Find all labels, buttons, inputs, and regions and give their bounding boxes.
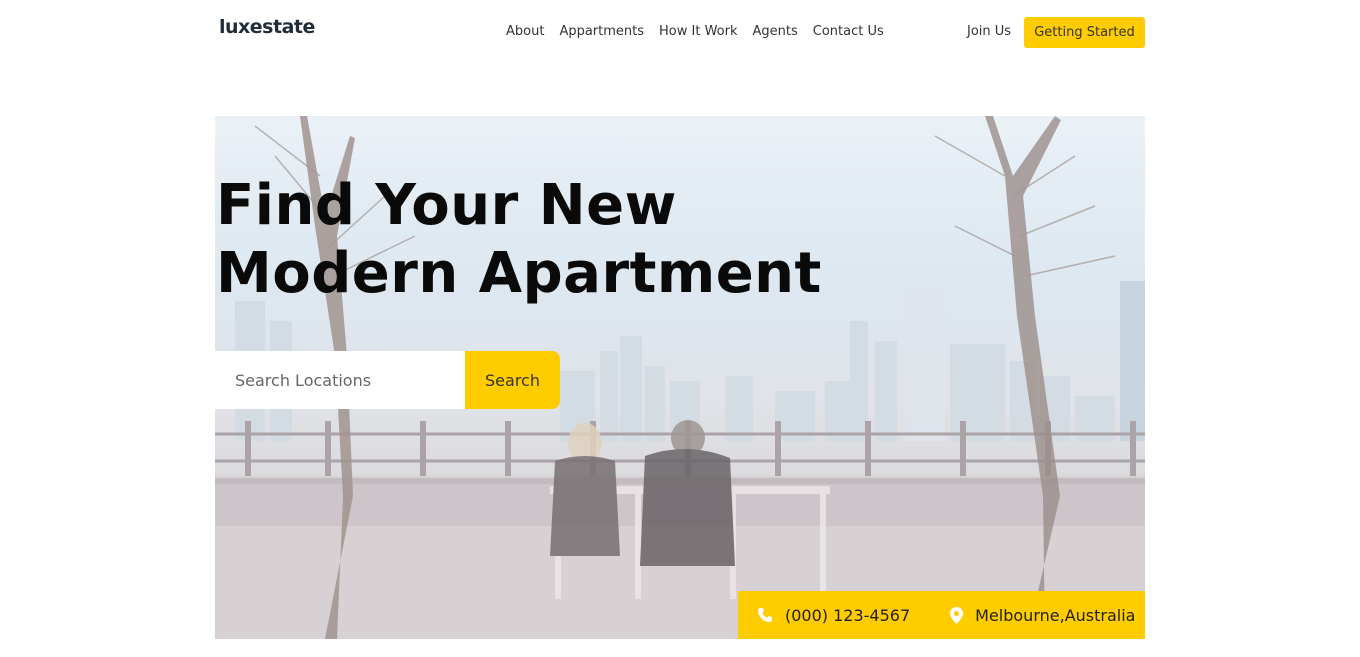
nav-item-agents[interactable]: Agents	[753, 24, 798, 39]
search-button[interactable]: Search	[465, 351, 560, 409]
location-info[interactable]: Melbourne,Australia	[950, 606, 1135, 625]
search-field	[215, 351, 465, 409]
hero-title: Find Your New Modern Apartment	[216, 172, 822, 308]
hero-title-line-2: Modern Apartment	[216, 241, 822, 306]
nav-item-how-it-work[interactable]: How It Work	[659, 24, 737, 39]
map-pin-icon	[950, 606, 964, 624]
join-us-link[interactable]: Join Us	[967, 24, 1011, 39]
brand-logo[interactable]: luxestate	[219, 16, 315, 38]
site-header: luxestate About Appartments How It Work …	[215, 0, 1145, 60]
contact-info-bar: (000) 123-4567 Melbourne,Australia	[738, 591, 1145, 639]
nav-item-appartments[interactable]: Appartments	[559, 24, 644, 39]
hero-title-line-1: Find Your New	[216, 173, 677, 238]
nav-item-about[interactable]: About	[506, 24, 544, 39]
nav-item-contact-us[interactable]: Contact Us	[813, 24, 884, 39]
phone-icon	[758, 608, 772, 622]
main-nav: About Appartments How It Work Agents Con…	[506, 24, 899, 39]
hero-section: Find Your New Modern Apartment Search (0…	[215, 116, 1145, 639]
getting-started-button[interactable]: Getting Started	[1024, 17, 1145, 48]
phone-number: (000) 123-4567	[785, 605, 911, 625]
search-locations-input[interactable]	[235, 370, 455, 390]
phone-info[interactable]: (000) 123-4567	[757, 606, 910, 625]
location-text: Melbourne,Australia	[975, 605, 1136, 625]
